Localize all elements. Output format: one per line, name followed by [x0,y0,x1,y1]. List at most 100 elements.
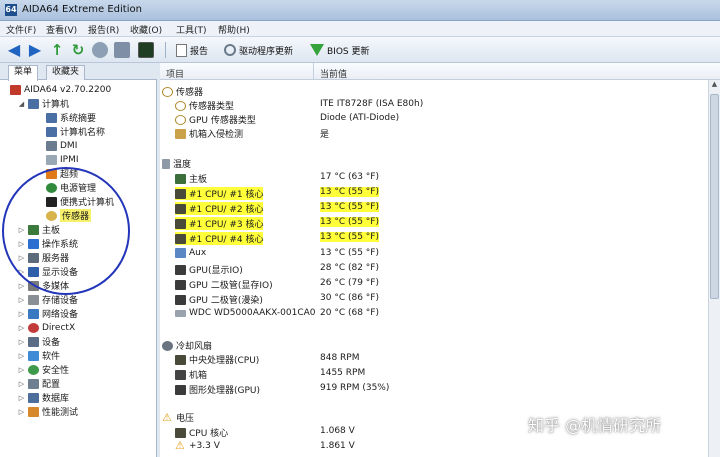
tree-item-computer-name[interactable]: 计算机名称 [46,125,105,138]
toolbar-separator [165,42,166,58]
list-item[interactable]: 传感器类型 ITE IT8728F (ISA E80h) [160,98,700,112]
back-arrow-icon[interactable]: ◀ [6,42,22,58]
hard-drive-icon [175,309,186,317]
chassis-icon [175,369,186,380]
list-item[interactable]: #1 CPU/ #1 核心 13 °C (55 °F) [160,186,700,200]
list-item[interactable]: #1 CPU/ #3 核心 13 °C (55 °F) [160,216,700,230]
tree-item-label: 数据库 [42,394,70,404]
column-item[interactable]: 项目 [166,67,184,80]
row-value: 1455 RPM [320,368,366,378]
driver-update-button[interactable]: 驱动程序更新 [224,42,293,58]
gpu-icon [175,384,186,395]
list-item[interactable]: 中央处理器(CPU) 848 RPM [160,352,700,366]
list-item[interactable]: 主板 17 °C (63 °F) [160,171,700,185]
bios-update-button[interactable]: BIOS 更新 [310,42,370,58]
dmi-icon [46,140,57,151]
shield-icon [28,364,39,375]
tree-item-software[interactable]: ▷ 软件 [18,349,60,362]
tree-item-benchmark[interactable]: ▷ 性能测试 [18,405,78,418]
tree-item-label: 计算机名称 [60,128,106,138]
user-icon[interactable] [92,42,108,58]
forward-arrow-icon[interactable]: ▶ [27,42,43,58]
list-item[interactable]: 机箱入侵检测 是 [160,126,700,140]
cpu-icon [175,188,186,199]
menu-report[interactable]: 报告(R) [88,23,119,36]
list-item[interactable]: ⚠ +3.3 V 1.861 V [160,440,700,453]
row-label: 传感器类型 [189,102,235,112]
row-value: 13 °C (55 °F) [320,217,379,227]
tab-favorites[interactable]: 收藏夹 [46,65,86,80]
tree-item-computer[interactable]: ◢ 计算机 [18,97,69,110]
row-label: Aux [189,248,207,258]
collapse-icon: ◢ [18,99,25,108]
monitor-icon[interactable] [138,42,154,58]
details-pane: 项目 当前值 传感器 传感器类型 ITE IT8728F (ISA E80h) … [160,63,720,457]
row-label: GPU 二极管(漫染) [189,296,263,306]
list-item[interactable]: WDC WD5000AAKX-001CA0 20 °C (68 °F) [160,307,700,320]
list-item[interactable]: 机箱 1455 RPM [160,367,700,381]
row-value: 26 °C (79 °F) [320,278,379,288]
tree-item-label: 软件 [42,352,61,362]
row-value: 是 [320,130,330,140]
section-title: 温度 [173,160,192,170]
list-item[interactable]: Aux 13 °C (55 °F) [160,247,700,260]
tree-root-label: AIDA64 v2.70.2200 [24,84,112,95]
row-value: 30 °C (86 °F) [320,293,379,303]
list-item[interactable]: 图形处理器(GPU) 919 RPM (35%) [160,382,700,396]
list-item[interactable]: GPU 传感器类型 Diode (ATI-Diode) [160,112,700,126]
warning-icon: ⚠ [162,410,172,424]
tree-item-network[interactable]: ▷ 网络设备 [18,307,78,320]
menu-help[interactable]: 帮助(H) [218,23,250,36]
warning-icon: ⚠ [175,439,185,452]
thermometer-icon [162,158,170,169]
row-label: +3.3 V [189,441,220,451]
row-label: GPU 传感器类型 [189,116,256,126]
tree-item-summary[interactable]: 系统摘要 [46,111,96,124]
menu-favorites[interactable]: 收藏(O) [130,23,162,36]
scroll-up-icon[interactable]: ▲ [709,80,720,92]
cpu-icon [175,354,186,365]
gpu-icon [175,294,186,305]
list-item[interactable]: #1 CPU/ #4 核心 13 °C (55 °F) [160,231,700,245]
list-item[interactable]: #1 CPU/ #2 核心 13 °C (55 °F) [160,201,700,215]
report-button[interactable]: 报告 [176,42,208,58]
tree-item-label: 系统摘要 [60,114,97,124]
tree-root[interactable]: AIDA64 v2.70.2200 [10,83,111,96]
tree-item-ipmi[interactable]: IPMI [46,153,79,166]
tree-item-security[interactable]: ▷ 安全性 [18,363,69,376]
row-label: GPU 二极管(显存IO) [189,281,273,291]
tree-item-config[interactable]: ▷ 配置 [18,377,60,390]
tree-item-directx[interactable]: ▷ DirectX [18,321,75,334]
gpu-icon [175,279,186,290]
tree-item-label: DMI [60,140,78,151]
tab-menu[interactable]: 菜单 [8,65,39,81]
gpu-icon [175,264,186,275]
vertical-scrollbar[interactable]: ▲ [708,80,720,457]
aida64-app-icon: 64 [5,4,17,16]
menu-tools[interactable]: 工具(T) [176,23,207,36]
refresh-icon[interactable]: ↻ [70,42,86,58]
row-value: 13 °C (55 °F) [320,248,379,258]
list-item[interactable]: GPU 二极管(漫染) 30 °C (86 °F) [160,292,700,306]
column-value[interactable]: 当前值 [320,67,347,80]
row-value: 13 °C (55 °F) [320,187,379,197]
menu-file[interactable]: 文件(F) [6,23,36,36]
config-icon [28,378,39,389]
cpu-icon [175,233,186,244]
menu-view[interactable]: 查看(V) [46,23,77,36]
tree-item-devices[interactable]: ▷ 设备 [18,335,60,348]
cpu-icon [175,203,186,214]
report-doc-icon [176,43,187,57]
directx-icon [28,322,39,333]
list-item[interactable]: GPU 二极管(显存IO) 26 °C (79 °F) [160,277,700,291]
tree-item-dmi[interactable]: DMI [46,139,77,152]
list-item[interactable]: GPU(显示IO) 28 °C (82 °F) [160,262,700,276]
tree-item-label: 设备 [42,338,61,348]
bios-update-label: BIOS 更新 [327,46,370,57]
favorites-icon[interactable] [114,42,130,58]
column-divider[interactable] [313,63,314,80]
tree-item-database[interactable]: ▷ 数据库 [18,391,69,404]
scrollbar-thumb[interactable] [710,94,719,299]
up-arrow-icon[interactable]: ↑ [49,42,65,58]
title-bar: 64 AIDA64 Extreme Edition [0,0,720,21]
